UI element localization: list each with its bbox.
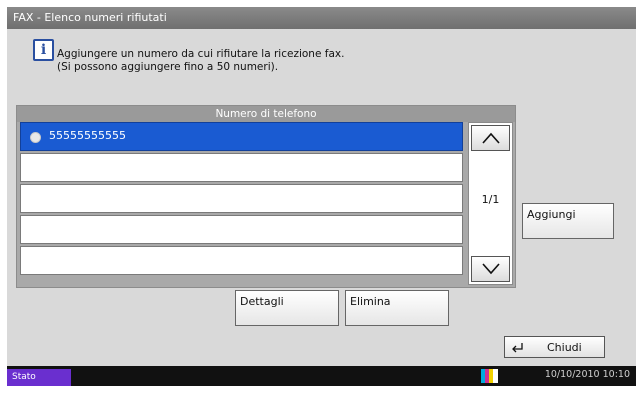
scroll-up-button[interactable]: [471, 125, 510, 151]
info-text-line2: (Si possono aggiungere fino a 50 numeri)…: [57, 61, 279, 73]
list-item[interactable]: [20, 153, 463, 182]
close-button-label: Chiudi: [547, 341, 582, 354]
phone-icon: [30, 132, 41, 143]
fax-reject-list-screen: FAX - Elenco numeri rifiutati i Aggiunge…: [7, 7, 636, 386]
list-item[interactable]: [20, 246, 463, 275]
page-indicator: 1/1: [481, 193, 500, 206]
close-button[interactable]: Chiudi: [504, 336, 605, 358]
chevron-down-icon: [482, 263, 500, 275]
window-title: FAX - Elenco numeri rifiutati: [7, 7, 636, 29]
enter-icon: [512, 343, 523, 353]
scroll-down-button[interactable]: [471, 256, 510, 282]
chevron-up-icon: [482, 132, 500, 144]
list-scroller: 1/1: [468, 122, 513, 285]
list-column-header: Numero di telefono: [17, 106, 515, 122]
status-bar: Stato 10/10/2010 10:10: [7, 366, 636, 386]
toner-level-icon: [481, 369, 498, 383]
list-item[interactable]: [20, 215, 463, 244]
number-list-panel: Numero di telefono 55555555555 1/1: [16, 105, 516, 288]
info-text-line1: Aggiungere un numero da cui rifiutare la…: [57, 48, 345, 60]
list-item-selected[interactable]: 55555555555: [20, 122, 463, 151]
delete-button[interactable]: Elimina: [345, 290, 449, 326]
datetime: 10/10/2010 10:10: [544, 369, 630, 380]
number-list: 55555555555: [20, 122, 463, 277]
details-button[interactable]: Dettagli: [235, 290, 339, 326]
info-message: i Aggiungere un numero da cui rifiutare …: [27, 34, 457, 82]
info-icon: i: [33, 39, 54, 61]
add-button[interactable]: Aggiungi: [522, 203, 614, 239]
phone-number: 55555555555: [49, 129, 126, 142]
list-item[interactable]: [20, 184, 463, 213]
status-button[interactable]: Stato: [7, 369, 71, 386]
